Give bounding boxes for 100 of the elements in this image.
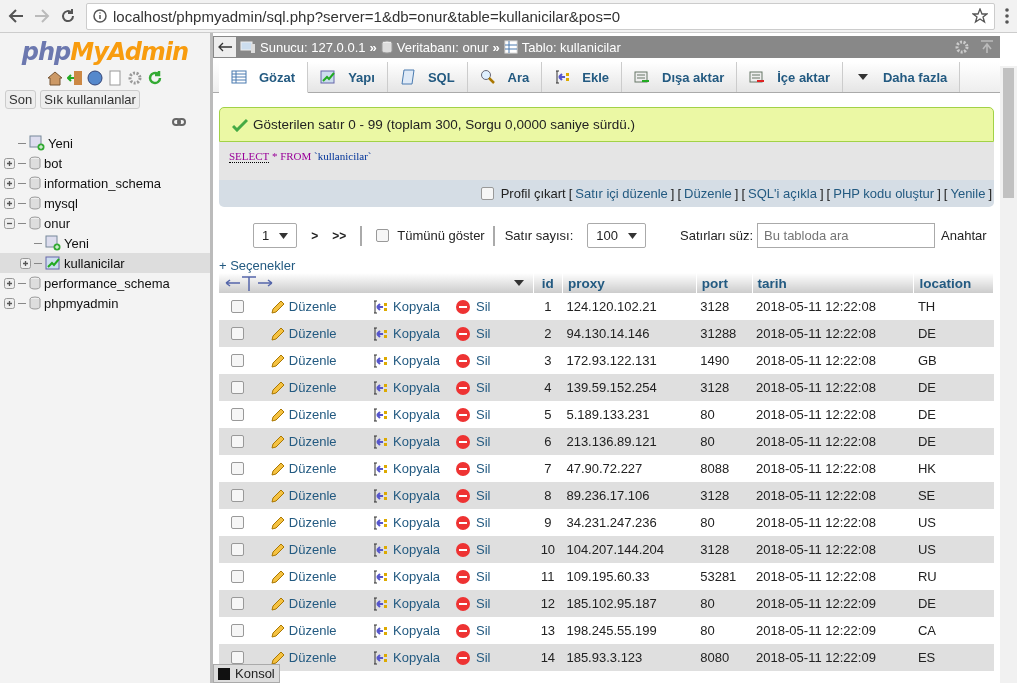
delete-link[interactable]: Sil <box>476 407 491 422</box>
delete-link[interactable]: Sil <box>476 434 491 449</box>
refresh-icon[interactable] <box>147 70 163 86</box>
collapse-sidebar-button[interactable] <box>214 37 236 57</box>
show-all-checkbox[interactable] <box>376 229 390 242</box>
row-checkbox[interactable] <box>231 381 244 394</box>
copy-link[interactable]: Kopyala <box>393 380 441 395</box>
delete-link[interactable]: Sil <box>476 380 491 395</box>
query-link[interactable]: Düzenle <box>684 186 732 201</box>
menu-icon[interactable] <box>1005 8 1009 24</box>
column-header[interactable]: port <box>696 273 753 293</box>
delete-link[interactable]: Sil <box>476 326 491 341</box>
exit-icon[interactable] <box>67 70 83 86</box>
tree-row[interactable]: kullanicilar <box>0 253 210 273</box>
expand-icon[interactable] <box>4 177 15 189</box>
row-checkbox[interactable] <box>231 543 244 556</box>
breadcrumb-link[interactable]: Sunucu: 127.0.0.1 <box>260 39 366 55</box>
delete-link[interactable]: Sil <box>476 488 491 503</box>
delete-link[interactable]: Sil <box>476 461 491 476</box>
tree-row[interactable]: bot <box>0 153 210 173</box>
column-resize-icon[interactable] <box>224 275 274 291</box>
rows-select[interactable]: 100 <box>587 223 647 248</box>
copy-link[interactable]: Kopyala <box>393 461 441 476</box>
next-page-button[interactable]: > <box>311 228 319 243</box>
row-checkbox[interactable] <box>231 300 244 313</box>
expand-icon[interactable] <box>4 157 15 169</box>
profile-checkbox[interactable] <box>480 187 494 200</box>
copy-link[interactable]: Kopyala <box>393 515 441 530</box>
column-header[interactable]: location <box>913 273 994 293</box>
tab[interactable]: Ara <box>467 62 543 92</box>
collapse-icon[interactable] <box>4 217 15 229</box>
delete-link[interactable]: Sil <box>476 542 491 557</box>
copy-link[interactable]: Kopyala <box>393 326 441 341</box>
delete-link[interactable]: Sil <box>476 596 491 611</box>
delete-link[interactable]: Sil <box>476 515 491 530</box>
row-checkbox[interactable] <box>231 489 244 502</box>
row-checkbox[interactable] <box>231 570 244 583</box>
edit-link[interactable]: Düzenle <box>288 569 337 584</box>
link-icon[interactable] <box>172 117 186 127</box>
copy-link[interactable]: Kopyala <box>393 434 441 449</box>
tree-row[interactable]: onur <box>0 213 210 233</box>
delete-link[interactable]: Sil <box>476 353 491 368</box>
delete-link[interactable]: Sil <box>476 623 491 638</box>
logo[interactable]: phpMyAdmin <box>0 38 210 66</box>
query-link[interactable]: PHP kodu oluştur <box>833 186 935 201</box>
copy-link[interactable]: Kopyala <box>393 542 441 557</box>
expand-icon[interactable] <box>4 197 15 209</box>
edit-link[interactable]: Düzenle <box>288 353 337 368</box>
copy-link[interactable]: Kopyala <box>393 623 441 638</box>
tab[interactable]: İçe aktar <box>737 62 843 92</box>
edit-link[interactable]: Düzenle <box>288 515 337 530</box>
tree-row[interactable]: performance_schema <box>0 273 210 293</box>
row-checkbox[interactable] <box>231 624 244 637</box>
copy-link[interactable]: Kopyala <box>393 299 441 314</box>
edit-link[interactable]: Düzenle <box>288 623 337 638</box>
delete-link[interactable]: Sil <box>476 299 491 314</box>
tab[interactable]: SQL <box>387 62 468 92</box>
row-checkbox[interactable] <box>231 651 244 664</box>
tree-row[interactable]: Yeni <box>0 133 210 153</box>
edit-link[interactable]: Düzenle <box>288 407 337 422</box>
sidebar-tab[interactable]: Sık kullanılanlar <box>40 90 140 109</box>
reload-icon[interactable] <box>60 8 76 24</box>
forward-icon[interactable] <box>34 8 50 24</box>
tree-row[interactable]: mysql <box>0 193 210 213</box>
filter-field[interactable]: Bu tabloda ara <box>757 223 935 248</box>
address-bar[interactable]: localhost/phpmyadmin/sql.php?server=1&db=onur&table=kullanicilar&pos=0 <box>86 2 995 30</box>
scrollbar[interactable] <box>1000 66 1017 683</box>
row-checkbox[interactable] <box>231 516 244 529</box>
console-button[interactable]: Konsol <box>213 664 280 683</box>
edit-link[interactable]: Düzenle <box>288 299 337 314</box>
expand-icon[interactable] <box>20 257 31 269</box>
breadcrumb-link[interactable]: Veritabanı: onur <box>396 39 489 55</box>
page-select[interactable]: 1 <box>253 223 298 248</box>
query-link[interactable]: SQL'i açıkla <box>748 186 817 201</box>
home-icon[interactable] <box>47 70 63 86</box>
column-header[interactable]: tarih <box>752 273 914 293</box>
query-link[interactable]: Satır içi düzenle <box>575 186 668 201</box>
copy-link[interactable]: Kopyala <box>393 650 441 665</box>
row-checkbox[interactable] <box>231 435 244 448</box>
column-header[interactable]: id <box>533 273 563 293</box>
delete-link[interactable]: Sil <box>476 650 491 665</box>
copy-link[interactable]: Kopyala <box>393 569 441 584</box>
tree-row[interactable]: phpmyadmin <box>0 293 210 313</box>
delete-link[interactable]: Sil <box>476 569 491 584</box>
expand-icon[interactable] <box>4 297 15 309</box>
tree-row[interactable]: information_schema <box>0 173 210 193</box>
tab[interactable]: Daha fazla <box>842 62 961 92</box>
sidebar-tab[interactable]: Son <box>5 90 37 109</box>
copy-link[interactable]: Kopyala <box>393 407 441 422</box>
tab[interactable]: Ekle <box>542 62 623 92</box>
back-icon[interactable] <box>8 8 24 24</box>
row-checkbox[interactable] <box>231 354 244 367</box>
tab[interactable]: Gözat <box>219 62 309 93</box>
copy-link[interactable]: Kopyala <box>393 353 441 368</box>
caret-icon[interactable] <box>512 279 525 287</box>
row-checkbox[interactable] <box>231 408 244 421</box>
copy-link[interactable]: Kopyala <box>393 488 441 503</box>
star-icon[interactable] <box>972 8 988 24</box>
edit-link[interactable]: Düzenle <box>288 461 337 476</box>
options-link[interactable]: + Seçenekler <box>219 258 296 273</box>
